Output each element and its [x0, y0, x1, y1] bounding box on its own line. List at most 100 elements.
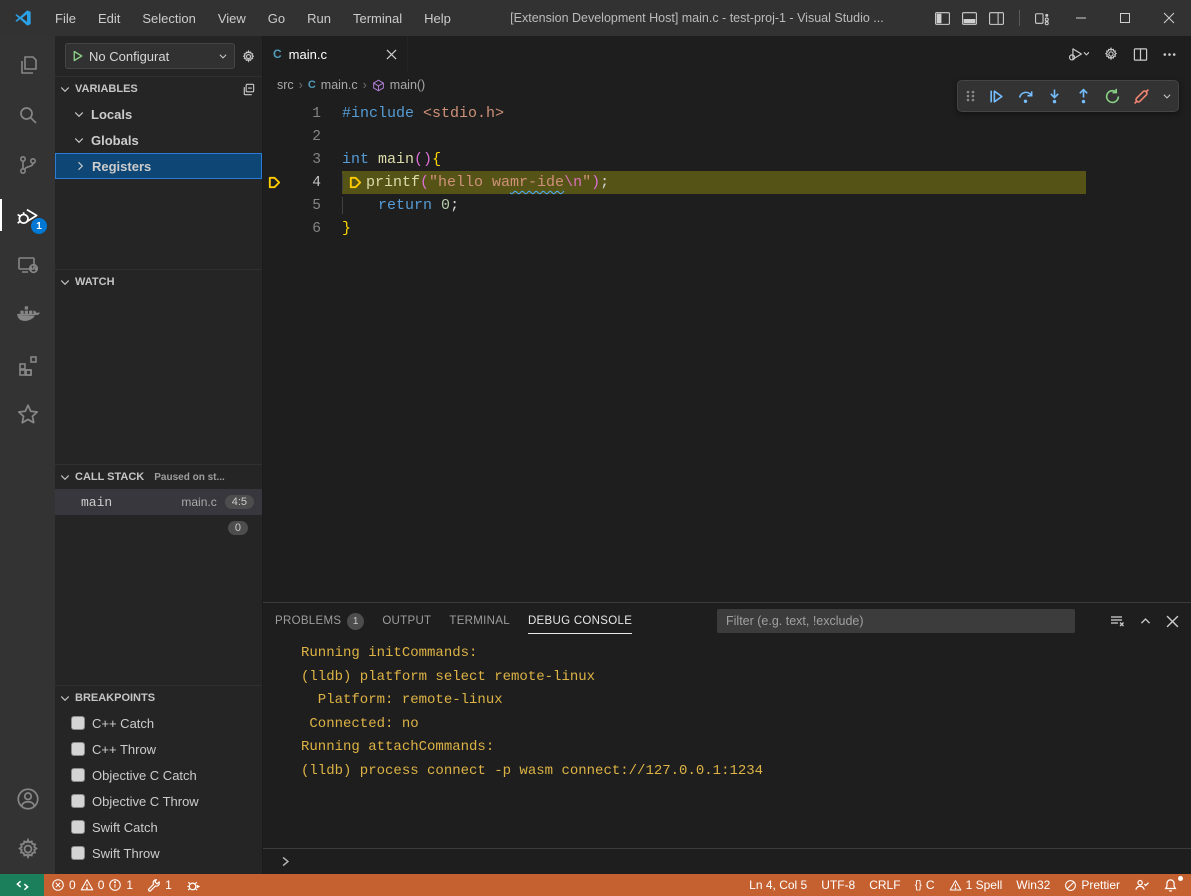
- problems-badge: 1: [347, 613, 364, 630]
- debug-console-input[interactable]: [263, 848, 1191, 874]
- breakpoint-item[interactable]: Swift Catch: [55, 814, 262, 840]
- variables-item-registers[interactable]: Registers: [55, 153, 262, 179]
- remote-explorer-icon[interactable]: [0, 240, 55, 290]
- run-and-debug-icon[interactable]: 1: [0, 190, 55, 240]
- variables-section-header[interactable]: VARIABLES: [55, 76, 262, 101]
- toolbar-gripper[interactable]: [964, 88, 976, 104]
- feedback-icon[interactable]: [1127, 874, 1156, 896]
- breakpoint-item[interactable]: Objective C Throw: [55, 788, 262, 814]
- clear-console-icon[interactable]: [1109, 613, 1125, 629]
- continue-button[interactable]: [988, 88, 1005, 105]
- code-line-4[interactable]: 4 printf("hello wamr-ide\n");: [263, 171, 1191, 194]
- problems-status[interactable]: 0 0 1: [44, 874, 140, 896]
- close-tab-icon[interactable]: [386, 49, 397, 60]
- menu-view[interactable]: View: [209, 7, 255, 30]
- account-icon[interactable]: [0, 774, 55, 824]
- stack-frame-row[interactable]: main main.c 4:5: [55, 489, 262, 515]
- menu-go[interactable]: Go: [259, 7, 294, 30]
- maximize-panel-icon[interactable]: [1139, 615, 1152, 628]
- console-filter-input[interactable]: [717, 609, 1075, 633]
- breakpoint-checkbox[interactable]: [71, 794, 85, 808]
- menu-file[interactable]: File: [46, 7, 85, 30]
- breakpoint-item[interactable]: C++ Throw: [55, 736, 262, 762]
- notifications-bell-icon[interactable]: [1156, 874, 1185, 896]
- breadcrumb-folder[interactable]: src: [277, 78, 294, 92]
- code-line-5[interactable]: 5 return 0;: [263, 194, 1191, 217]
- explorer-icon[interactable]: [0, 40, 55, 90]
- eol-status[interactable]: CRLF: [862, 874, 907, 896]
- ports-status[interactable]: 1: [140, 874, 179, 896]
- variables-item-locals[interactable]: Locals: [55, 101, 262, 127]
- close-panel-icon[interactable]: [1166, 615, 1179, 628]
- debug-status[interactable]: [179, 874, 208, 896]
- close-window-button[interactable]: [1147, 0, 1191, 36]
- settings-gear-icon[interactable]: [1103, 46, 1119, 62]
- code-line-3[interactable]: 3int main(){: [263, 148, 1191, 171]
- call-stack-section-header[interactable]: CALL STACK Paused on st...: [55, 464, 262, 489]
- menu-run[interactable]: Run: [298, 7, 340, 30]
- menu-edit[interactable]: Edit: [89, 7, 129, 30]
- step-into-button[interactable]: [1046, 88, 1063, 105]
- toggle-sidebar-icon[interactable]: [934, 10, 951, 27]
- code-text: printf("hello wamr-ide\n");: [342, 174, 609, 191]
- variables-item-globals[interactable]: Globals: [55, 127, 262, 153]
- breakpoint-item[interactable]: Swift Throw: [55, 840, 262, 866]
- collapse-all-icon[interactable]: [241, 82, 256, 97]
- restart-button[interactable]: [1104, 88, 1121, 105]
- debug-settings-gear-icon[interactable]: [241, 49, 256, 64]
- breakpoint-checkbox[interactable]: [71, 820, 85, 834]
- error-icon: [51, 878, 65, 892]
- code-line-6[interactable]: 6}: [263, 217, 1191, 240]
- breakpoint-checkbox[interactable]: [71, 768, 85, 782]
- docker-icon[interactable]: [0, 290, 55, 340]
- source-control-icon[interactable]: [0, 140, 55, 190]
- tab-output[interactable]: OUTPUT: [382, 603, 431, 639]
- menu-terminal[interactable]: Terminal: [344, 7, 411, 30]
- tab-main-c[interactable]: C main.c: [263, 36, 407, 72]
- line-number: 4: [285, 175, 321, 191]
- breadcrumb-file[interactable]: main.c: [321, 78, 358, 92]
- chevron-down-icon[interactable]: [1162, 91, 1172, 101]
- minimize-button[interactable]: [1059, 0, 1103, 36]
- toggle-secondary-sidebar-icon[interactable]: [988, 10, 1005, 27]
- code-editor[interactable]: 1#include <stdio.h>23int main(){4printf(…: [263, 98, 1191, 602]
- breakpoint-checkbox[interactable]: [71, 742, 85, 756]
- settings-gear-icon[interactable]: [0, 824, 55, 874]
- gutter-glyph[interactable]: [263, 175, 285, 190]
- code-line-2[interactable]: 2: [263, 125, 1191, 148]
- toggle-panel-icon[interactable]: [961, 10, 978, 27]
- run-or-debug-button[interactable]: [1067, 45, 1089, 63]
- breakpoint-checkbox[interactable]: [71, 716, 85, 730]
- menu-help[interactable]: Help: [415, 7, 460, 30]
- maximize-button[interactable]: [1103, 0, 1147, 36]
- search-icon[interactable]: [0, 90, 55, 140]
- encoding-status[interactable]: UTF-8: [814, 874, 862, 896]
- watch-section-header[interactable]: WATCH: [55, 269, 262, 294]
- tab-problems[interactable]: PROBLEMS 1: [275, 603, 364, 639]
- step-over-button[interactable]: [1017, 88, 1034, 105]
- breakpoint-item[interactable]: Objective C Catch: [55, 762, 262, 788]
- cursor-position[interactable]: Ln 4, Col 5: [742, 874, 814, 896]
- formatter-status[interactable]: Prettier: [1057, 874, 1127, 896]
- platform-status[interactable]: Win32: [1009, 874, 1057, 896]
- line-number: 5: [285, 198, 321, 214]
- remote-indicator[interactable]: [0, 874, 44, 896]
- step-out-button[interactable]: [1075, 88, 1092, 105]
- breakpoint-checkbox[interactable]: [71, 846, 85, 860]
- tab-terminal[interactable]: TERMINAL: [449, 603, 510, 639]
- breadcrumb-symbol[interactable]: main(): [390, 78, 425, 92]
- menu-selection[interactable]: Selection: [133, 7, 204, 30]
- language-mode[interactable]: {} C: [908, 874, 942, 896]
- disconnect-button[interactable]: [1133, 88, 1150, 105]
- spell-status[interactable]: 1 Spell: [942, 874, 1010, 896]
- debug-configuration-dropdown[interactable]: No Configurat: [65, 43, 235, 69]
- breakpoint-item[interactable]: C++ Catch: [55, 710, 262, 736]
- test-explorer-icon[interactable]: [0, 390, 55, 440]
- extensions-icon[interactable]: [0, 340, 55, 390]
- customize-layout-icon[interactable]: [1034, 10, 1051, 27]
- tab-debug-console[interactable]: DEBUG CONSOLE: [528, 603, 632, 639]
- split-editor-icon[interactable]: [1133, 47, 1148, 62]
- breakpoints-section-header[interactable]: BREAKPOINTS: [55, 685, 262, 710]
- debug-badge: 1: [31, 218, 47, 234]
- more-actions-icon[interactable]: [1162, 47, 1177, 62]
